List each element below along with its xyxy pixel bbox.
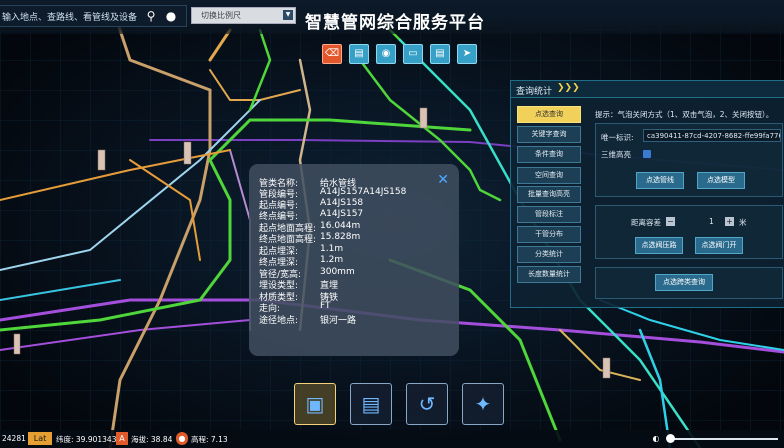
highlight-label: 三维高亮 xyxy=(601,150,631,159)
tools-icon[interactable]: ✦ xyxy=(462,383,504,425)
select-model-button[interactable]: 点选模型 xyxy=(697,172,745,189)
document-icon[interactable]: ▤ xyxy=(430,44,450,64)
uid-label: 唯一标识: xyxy=(601,133,634,142)
close-icon[interactable]: ✕ xyxy=(437,172,449,188)
panel-title: 查询统计 xyxy=(516,87,553,97)
valve-open-button[interactable]: 点选阀门开 xyxy=(695,237,743,254)
menu-length-stats[interactable]: 长度数量统计 xyxy=(517,266,581,283)
search-input[interactable]: 输入地点、查路线、看管线及设备 xyxy=(2,10,137,23)
statistics-chart-icon[interactable]: ▤ xyxy=(349,44,369,64)
scale-select-value: 切换比例尺 xyxy=(201,11,241,20)
menu-condition-query[interactable]: 条件查询 xyxy=(517,146,581,163)
presentation-icon[interactable]: ▤ xyxy=(350,383,392,425)
elevation-text: 高程: 7.13 xyxy=(191,435,228,444)
query-statistics-panel: 查询统计 ❯❯❯ 点选查询 关键字查询 条件查询 空间查询 批量查询高亮 管段标… xyxy=(510,80,784,308)
walk-icon[interactable]: ➤ xyxy=(457,44,477,64)
bottom-toolbar: ▣ ▤ ↺ ✦ xyxy=(294,383,504,425)
distance-label: 距离容差 xyxy=(631,218,661,227)
distance-box xyxy=(595,205,783,259)
zoom-slider-handle[interactable] xyxy=(666,434,675,443)
altitude-text: 海拔: 38.84 xyxy=(131,435,173,444)
lat-badge: Lat xyxy=(28,432,52,445)
menu-point-query[interactable]: 点选查询 xyxy=(517,106,581,123)
scale-select[interactable]: 切换比例尺 ▼ xyxy=(191,7,296,24)
network-icon[interactable]: ◉ xyxy=(376,44,396,64)
query-icon[interactable]: ▣ xyxy=(294,383,336,425)
uid-field[interactable]: ca390411-87cd-4207-8682-ffe99fa7765e xyxy=(643,129,781,142)
menu-keyword-query[interactable]: 关键字查询 xyxy=(517,126,581,143)
latitude-text: 纬度: 39.901343 xyxy=(56,435,117,444)
highlight-checkbox[interactable] xyxy=(643,150,651,158)
elevation-icon: ● xyxy=(176,432,188,445)
panel-header: 查询统计 ❯❯❯ xyxy=(511,81,784,98)
status-bar: 24281 Lat 纬度: 39.901343 A 海拔: 38.84 ● 高程… xyxy=(0,430,784,448)
top-toolbar: ⌫ ▤ ◉ ▭ ▤ ➤ xyxy=(322,44,477,64)
hint-text: 提示：气泡关闭方式（1、双击气泡，2、关闭按钮）。 xyxy=(595,110,774,119)
menu-class-stats[interactable]: 分类统计 xyxy=(517,246,581,263)
plus-icon[interactable]: + xyxy=(725,217,734,226)
info-row: 途径地点: 银河一路 xyxy=(259,316,357,326)
cross-query-button[interactable]: 点选跨类查询 xyxy=(655,274,713,291)
search-bar[interactable]: 输入地点、查路线、看管线及设备 ⚲ ● xyxy=(0,5,187,27)
menu-batch-highlight[interactable]: 批量查询高亮 xyxy=(517,186,581,203)
status-left-value: 24281 xyxy=(2,434,26,443)
monitor-icon[interactable]: ▭ xyxy=(403,44,423,64)
chevron-right-icon[interactable]: ❯❯❯ xyxy=(557,83,580,93)
analysis-icon[interactable]: ↺ xyxy=(406,383,448,425)
menu-pipe-label[interactable]: 管段标注 xyxy=(517,206,581,223)
pipe-query-icon[interactable]: ⌫ xyxy=(322,44,342,64)
search-icon[interactable]: ⚲ xyxy=(144,9,158,23)
altitude-badge: A xyxy=(116,432,128,445)
select-pipe-button[interactable]: 点选管线 xyxy=(636,172,684,189)
location-pin-icon[interactable]: ● xyxy=(164,9,178,23)
minus-icon[interactable]: − xyxy=(666,217,675,226)
contrast-icon[interactable]: ◐ xyxy=(650,432,662,445)
distance-value[interactable]: 1 xyxy=(709,217,714,226)
distance-unit: 米 xyxy=(739,218,747,227)
page-title: 智慧管网综合服务平台 xyxy=(305,13,485,33)
menu-spatial-query[interactable]: 空间查询 xyxy=(517,167,581,184)
menu-main-pipe[interactable]: 干管分布 xyxy=(517,226,581,243)
zoom-slider[interactable] xyxy=(670,438,778,440)
valve-close-button[interactable]: 点选阀压路 xyxy=(635,237,683,254)
pipe-info-popup: ✕ 管类名称: 给水管线 管段编号: A14JS157A14JS158 起点编号: A… xyxy=(249,164,459,356)
